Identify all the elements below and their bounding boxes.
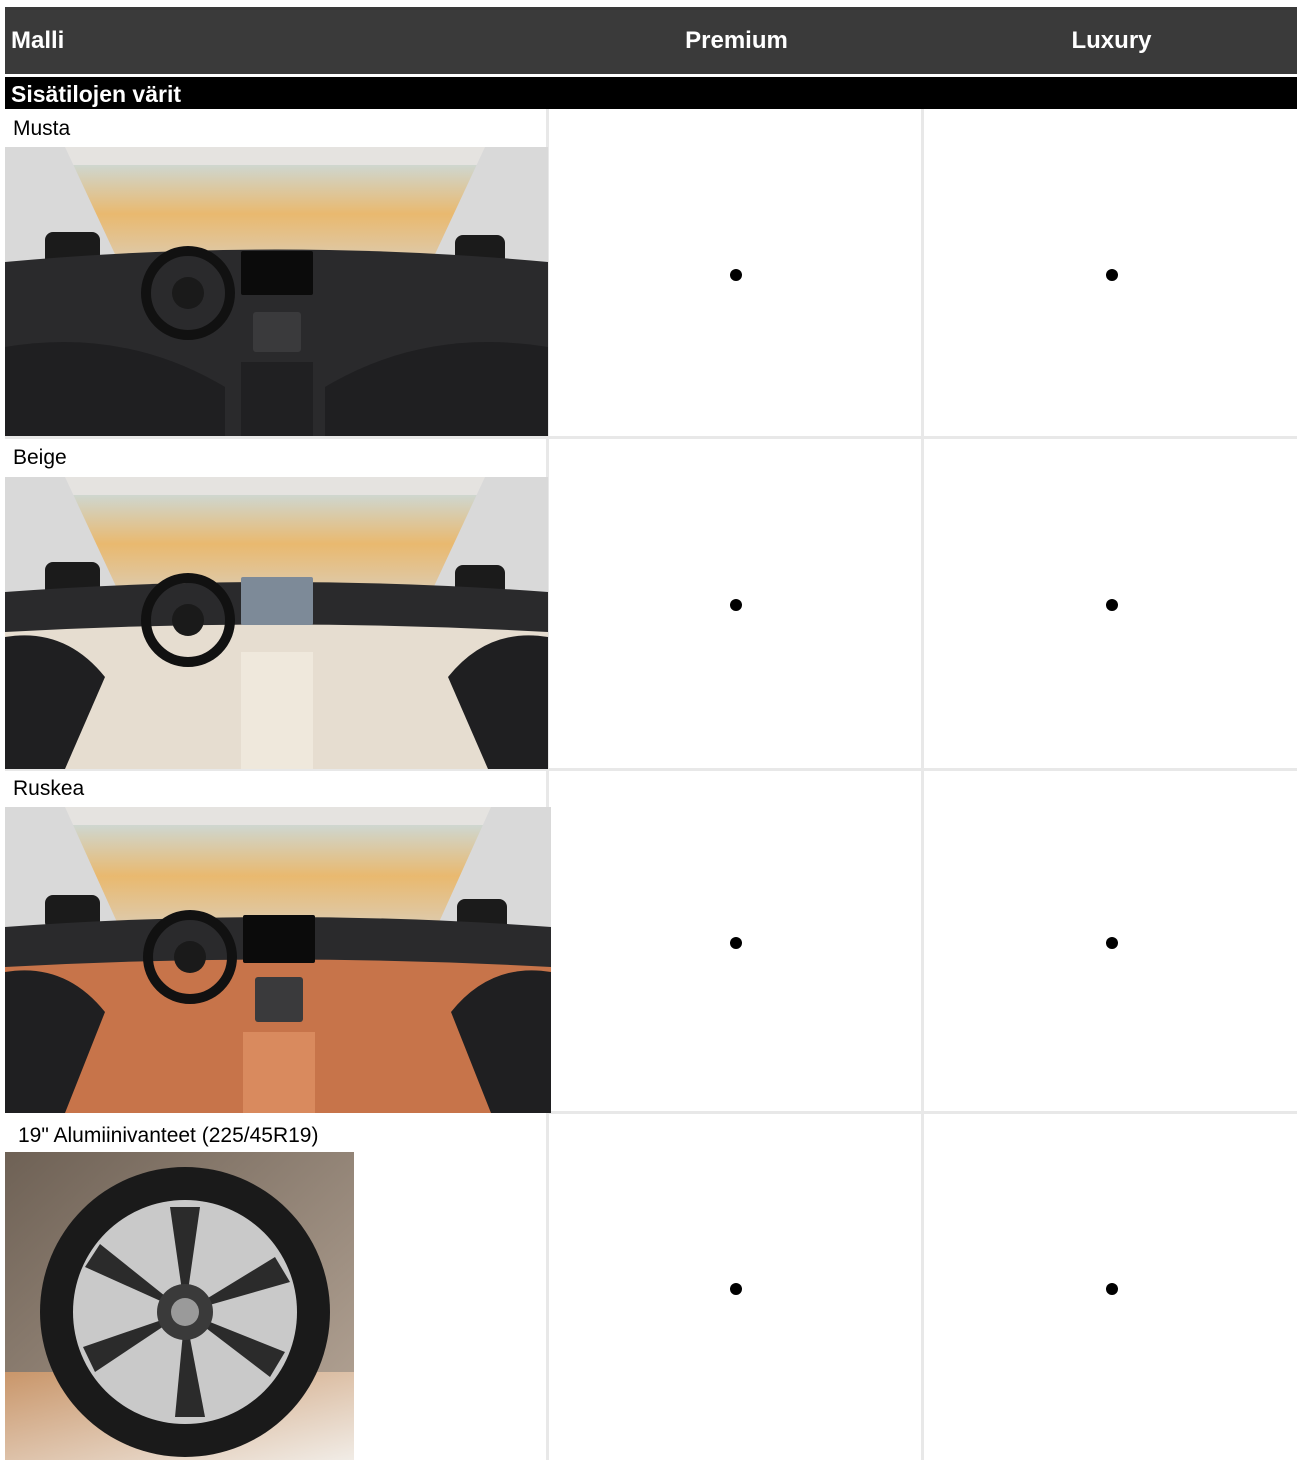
- availability-dot-premium: [730, 937, 742, 949]
- availability-dot-luxury: [1106, 1283, 1118, 1295]
- interior-brown-photo: [5, 807, 551, 1113]
- option-label-ruskea: Ruskea: [13, 777, 85, 800]
- row-divider: [5, 436, 549, 439]
- alloy-wheel-photo: [5, 1152, 354, 1460]
- option-label-beige: Beige: [13, 446, 67, 469]
- option-label-alloy-wheels: 19" Alumiinivanteet (225/45R19): [18, 1124, 319, 1147]
- row-divider: [549, 768, 1297, 771]
- column-header-model: Malli: [11, 27, 65, 54]
- availability-dot-luxury: [1106, 937, 1118, 949]
- availability-dot-luxury: [1106, 269, 1118, 281]
- column-divider: [921, 109, 924, 1460]
- row-divider: [549, 436, 1297, 439]
- table-header: Malli Premium Luxury: [5, 7, 1297, 74]
- column-header-premium: Premium: [685, 27, 788, 54]
- row-divider: [549, 1111, 1297, 1114]
- section-header-interior-colors: Sisätilojen värit: [5, 77, 1297, 109]
- column-header-luxury: Luxury: [1071, 27, 1152, 54]
- availability-dot-premium: [730, 599, 742, 611]
- availability-dot-luxury: [1106, 599, 1118, 611]
- availability-dot-premium: [730, 269, 742, 281]
- interior-beige-photo: [5, 477, 548, 769]
- interior-black-photo: [5, 147, 548, 436]
- option-label-musta: Musta: [13, 117, 71, 140]
- availability-dot-premium: [730, 1283, 742, 1295]
